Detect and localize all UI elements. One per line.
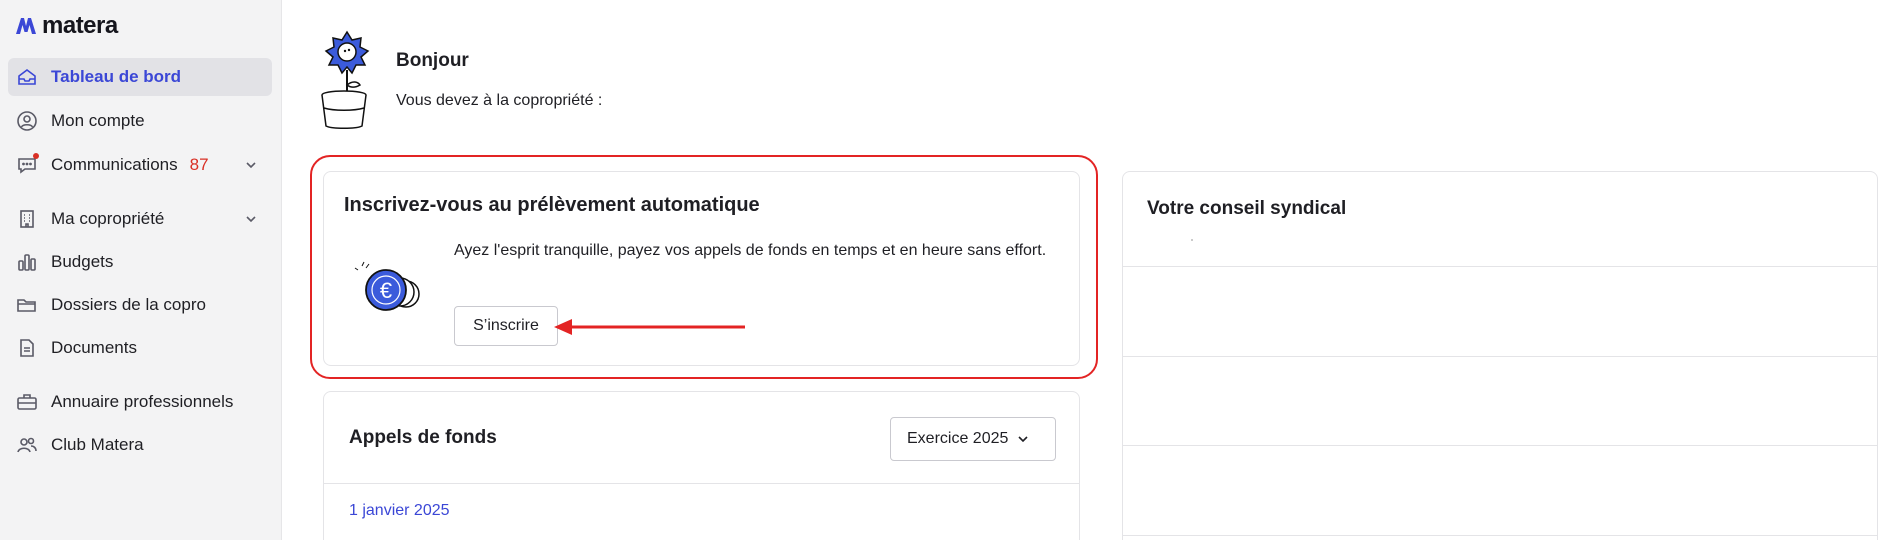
direct-debit-title: Inscrivez-vous au prélèvement automatiqu… — [344, 194, 760, 216]
greeting-title: Bonjour — [396, 50, 469, 71]
sidebar-item-tableau-de-bord[interactable]: Tableau de bord — [8, 58, 272, 96]
sidebar-item-documents[interactable]: Documents — [8, 329, 272, 367]
notification-dot — [33, 153, 39, 159]
sidebar-item-label: Annuaire professionnels — [51, 392, 234, 411]
divider — [324, 483, 1079, 484]
divider — [1123, 356, 1877, 357]
euro-symbol: € — [380, 278, 392, 303]
sidebar: matera Tableau de bord Mon compte Commun… — [0, 0, 282, 540]
chat-icon — [16, 153, 39, 176]
funds-calls-title: Appels de fonds — [349, 427, 497, 448]
sidebar-item-label: Mon compte — [51, 111, 145, 130]
subscribe-button[interactable]: S’inscrire — [454, 306, 558, 346]
divider — [1123, 535, 1877, 536]
sidebar-item-label: Dossiers de la copro — [51, 295, 206, 314]
briefcase-icon — [16, 391, 38, 413]
building-icon — [16, 208, 38, 230]
loading-dot — [1191, 239, 1193, 241]
sidebar-item-label: Ma copropriété — [51, 209, 165, 228]
sidebar-item-communications[interactable]: Communications 87 — [8, 146, 272, 184]
sidebar-item-label: Club Matera — [51, 435, 144, 454]
fiscal-year-select[interactable]: Exercice 2025 — [890, 417, 1056, 461]
sidebar-item-annuaire[interactable]: Annuaire professionnels — [8, 383, 272, 421]
chevron-down-icon[interactable] — [244, 212, 258, 226]
users-icon — [16, 434, 38, 456]
council-card: Votre conseil syndical — [1122, 171, 1878, 540]
sidebar-item-mon-compte[interactable]: Mon compte — [8, 102, 272, 140]
greeting-subtitle: Vous devez à la copropriété : — [396, 92, 603, 109]
sidebar-item-ma-copropriete[interactable]: Ma copropriété — [8, 200, 272, 238]
sidebar-item-dossiers[interactable]: Dossiers de la copro — [8, 286, 272, 324]
divider — [1123, 445, 1877, 446]
user-circle-icon — [16, 110, 38, 132]
folder-icon — [16, 294, 38, 316]
flower-pot-illustration — [321, 30, 370, 129]
sidebar-item-budgets[interactable]: Budgets — [8, 243, 272, 281]
sidebar-item-label: Budgets — [51, 252, 114, 271]
annotation-arrow-icon — [554, 319, 745, 335]
logo-text: matera — [42, 12, 118, 39]
direct-debit-text: Ayez l'esprit tranquille, payez vos appe… — [454, 242, 1047, 259]
matera-logo-icon — [16, 18, 36, 34]
sidebar-item-club-matera[interactable]: Club Matera — [8, 426, 272, 464]
unread-count-badge: 87 — [189, 155, 209, 174]
euro-coins-icon: € — [354, 261, 420, 311]
council-title: Votre conseil syndical — [1147, 198, 1347, 219]
divider — [1123, 266, 1877, 267]
logo[interactable]: matera — [14, 12, 118, 40]
chevron-down-icon[interactable] — [244, 158, 258, 172]
sidebar-item-label: Communications — [51, 155, 178, 174]
sidebar-item-label: Documents — [51, 338, 137, 357]
home-icon — [16, 66, 38, 88]
document-icon — [16, 337, 38, 359]
funds-calls-card: Appels de fonds Exercice 2025 1 janvier … — [323, 391, 1080, 540]
sidebar-item-label: Tableau de bord — [51, 67, 182, 86]
funds-call-date-link[interactable]: 1 janvier 2025 — [349, 502, 450, 520]
chevron-down-icon — [1018, 436, 1028, 443]
fiscal-year-value: Exercice 2025 — [907, 430, 1009, 447]
bar-chart-icon — [16, 251, 38, 273]
